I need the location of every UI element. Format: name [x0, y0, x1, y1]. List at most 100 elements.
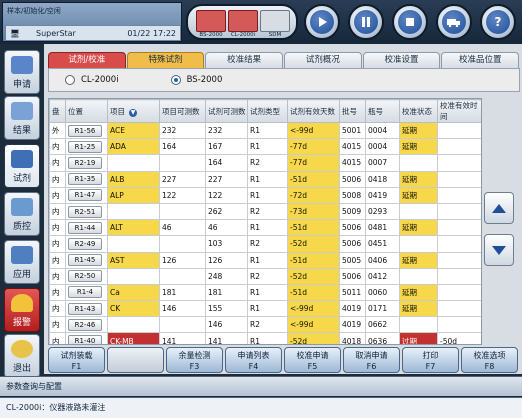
table-cell: R2-46: [65, 316, 108, 334]
sidebar-item-label: 结果: [12, 126, 31, 136]
column-header[interactable]: 试剂有效天数: [287, 99, 340, 123]
table-cell: [437, 316, 481, 334]
position-button[interactable]: R2-19: [68, 156, 102, 169]
table-row[interactable]: 内 R1-35 ALB 227 227 R1 -51d 5006 0418 延期: [49, 170, 481, 188]
instrument-label: CL-2000i: [230, 32, 256, 38]
table-cell: 过期: [399, 332, 438, 344]
tab-calibrator-position[interactable]: 校准品位置: [441, 52, 520, 68]
scroll-down-button[interactable]: [484, 234, 514, 266]
start-button[interactable]: [304, 4, 340, 40]
column-header[interactable]: 试剂可测数: [205, 99, 248, 123]
position-button[interactable]: R1-44: [68, 221, 102, 234]
table-row[interactable]: 内 R2-19 164 R2 -77d 4015 0007: [49, 154, 481, 172]
position-button[interactable]: R2-51: [68, 205, 102, 218]
table-cell: -52d: [287, 332, 340, 344]
table-cell: <-99d: [287, 121, 340, 140]
instrument-status-panel[interactable]: BS-2000 CL-2000i SDM: [186, 4, 298, 40]
tab-calibration-settings[interactable]: 校准设置: [362, 52, 441, 68]
table-row[interactable]: 内 R1-43 CK 146 155 R1 <-99d 4019 0171 延期: [49, 300, 481, 318]
column-header[interactable]: 盘: [49, 99, 66, 123]
radio-bs2000[interactable]: BS-2000: [170, 75, 222, 85]
stop-button[interactable]: [392, 4, 428, 40]
column-header[interactable]: 项目可测数: [159, 99, 206, 123]
column-header[interactable]: 瓶号: [365, 99, 400, 123]
position-button[interactable]: R1-43: [68, 302, 102, 315]
function-button-label: 试剂装载: [60, 351, 93, 360]
position-button[interactable]: R1-47: [68, 189, 102, 202]
function-button-f3[interactable]: 余量检测 F3: [166, 347, 223, 373]
position-button[interactable]: R1-56: [68, 124, 102, 137]
table-cell: R2-19: [65, 154, 108, 172]
sort-icon[interactable]: ▼: [129, 108, 137, 117]
table-cell: 0412: [365, 267, 400, 285]
sidebar-item-results[interactable]: 结果: [4, 96, 40, 140]
tab-reagent-calibration[interactable]: 试剂/校准: [48, 52, 126, 68]
sidebar: 申请 结果 试剂 质控 应用 报警 退出: [0, 44, 44, 378]
table-row[interactable]: 内 R1-45 AST 126 126 R1 -51d 5005 0406 延期: [49, 251, 481, 269]
column-header[interactable]: 项目 ▼: [107, 99, 160, 123]
sidebar-item-reagent[interactable]: 试剂: [4, 144, 40, 188]
table-cell: 延期: [399, 283, 438, 302]
table-row[interactable]: 内 R2-50 248 R2 -52d 5006 0412: [49, 267, 481, 285]
table-row[interactable]: 内 R1-44 ALT 46 46 R1 -51d 5006 0481 延期: [49, 219, 481, 237]
column-header[interactable]: 校准有效时间: [437, 99, 481, 123]
function-button-f5[interactable]: 校准申请 F5: [284, 347, 341, 373]
radio-cl2000i[interactable]: CL-2000i: [65, 75, 119, 85]
position-button[interactable]: R1-25: [68, 140, 102, 153]
sidebar-item-label: 质控: [12, 222, 31, 232]
table-row[interactable]: 内 R1-40 CK-MB 141 141 R1 -52d 4018 0636 过期 -50d: [49, 332, 481, 344]
position-button[interactable]: R1-45: [68, 254, 102, 267]
function-key-label: F3: [189, 362, 200, 371]
table-cell: 5011: [339, 283, 366, 302]
column-header[interactable]: 批号: [339, 99, 366, 123]
function-button-blank[interactable]: [107, 347, 164, 373]
table-cell: 155: [205, 300, 248, 318]
position-button[interactable]: R1-35: [68, 173, 102, 186]
table-cell: [107, 267, 160, 285]
table-row[interactable]: 内 R2-49 103 R2 -52d 5006 0451: [49, 235, 481, 253]
table-row[interactable]: 内 R2-46 146 R2 <-99d 4019 0662: [49, 316, 481, 334]
help-button[interactable]: ?: [480, 4, 516, 40]
instrument-label: SDM: [268, 32, 282, 38]
sidebar-item-application[interactable]: 申请: [4, 50, 40, 94]
table-cell: 103: [205, 235, 248, 253]
table-row[interactable]: 内 R1-47 ALP 122 122 R1 -72d 5008 0419 延期: [49, 186, 481, 204]
table-row[interactable]: 内 R1-25 ADA 164 167 R1 -77d 4015 0004 延期: [49, 138, 481, 156]
position-button[interactable]: R2-49: [68, 237, 102, 250]
function-button-f1[interactable]: 试剂装载 F1: [48, 347, 105, 373]
sidebar-item-app[interactable]: 应用: [4, 240, 40, 284]
tab-calibration-result[interactable]: 校准结果: [205, 52, 284, 68]
sidebar-item-exit[interactable]: 退出: [4, 334, 40, 378]
function-button-f6[interactable]: 取消申请 F6: [343, 347, 400, 373]
table-row[interactable]: 外 R1-56 ACE 232 232 R1 <-99d 5001 0004 延期: [49, 121, 481, 140]
table-cell: R2-49: [65, 235, 108, 253]
table-cell: 延期: [399, 138, 438, 156]
table-cell: R1-43: [65, 300, 108, 318]
tab-special-reagent[interactable]: 特殊试剂: [126, 52, 205, 68]
column-header[interactable]: 位置: [65, 99, 108, 123]
pause-button[interactable]: [348, 4, 384, 40]
function-button-f8[interactable]: 校准选项 F8: [461, 347, 518, 373]
column-header[interactable]: 试剂类型: [247, 99, 288, 123]
table-cell: [437, 251, 481, 269]
column-header-label: 瓶号: [368, 106, 383, 116]
sidebar-item-qc[interactable]: 质控: [4, 192, 40, 236]
position-button[interactable]: R1-4: [68, 286, 102, 299]
tab-reagent-overview[interactable]: 试剂概况: [284, 52, 362, 68]
function-button-f4[interactable]: 申请列表 F4: [225, 347, 282, 373]
scroll-up-button[interactable]: [484, 192, 514, 224]
table-cell: R2: [247, 235, 288, 253]
sidebar-item-alarm[interactable]: 报警: [4, 288, 40, 332]
function-button-f7[interactable]: 打印 F7: [402, 347, 459, 373]
table-cell: R1-45: [65, 251, 108, 269]
position-button[interactable]: R2-46: [68, 318, 102, 331]
position-button[interactable]: R2-50: [68, 270, 102, 283]
column-header[interactable]: 校准状态: [399, 99, 438, 123]
table-cell: 126: [205, 251, 248, 269]
table-row[interactable]: 内 R1-4 Ca 181 181 R1 -51d 5011 0060 延期: [49, 283, 481, 302]
table-cell: 0418: [365, 170, 400, 188]
table-cell: -73d: [287, 202, 340, 221]
position-button[interactable]: R1-40: [68, 335, 102, 344]
emergency-button[interactable]: [436, 4, 472, 40]
table-row[interactable]: 内 R2-51 262 R2 -73d 5009 0293: [49, 202, 481, 221]
